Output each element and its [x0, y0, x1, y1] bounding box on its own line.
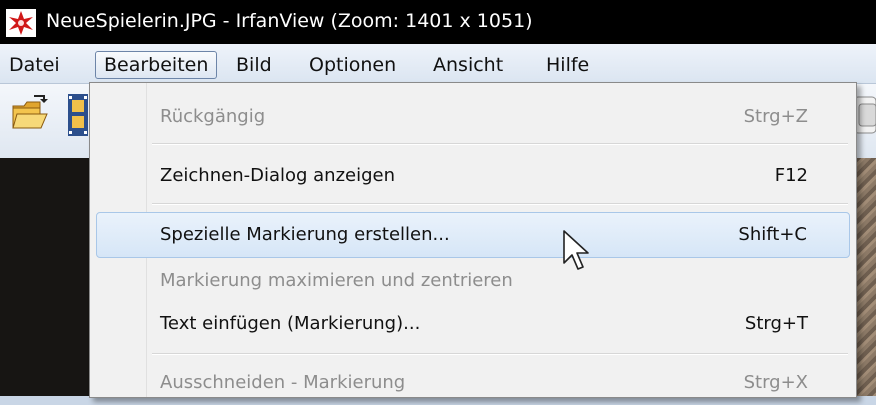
menu-item-label: Rückgängig	[160, 106, 266, 127]
menu-item-rueckgaengig[interactable]: Rückgängig Strg+Z	[150, 95, 850, 139]
image-left-part	[0, 158, 100, 396]
menu-separator	[152, 203, 848, 205]
menu-item-spezielle-markierung[interactable]: Spezielle Markierung erstellen... Shift+…	[96, 212, 850, 258]
menu-item-text-einfuegen[interactable]: Text einfügen (Markierung)... Strg+T	[150, 302, 850, 346]
menu-item-shortcut: Strg+T	[744, 313, 808, 334]
bearbeiten-dropdown-menu: Rückgängig Strg+Z Zeichnen-Dialog anzeig…	[89, 82, 857, 398]
menu-item-label: Ausschneiden - Markierung	[160, 372, 406, 393]
menu-item-shortcut: Shift+C	[738, 224, 807, 245]
menu-hilfe[interactable]: Hilfe	[537, 51, 598, 79]
menu-separator	[152, 353, 848, 355]
menu-item-zeichnen-dialog[interactable]: Zeichnen-Dialog anzeigen F12	[150, 154, 850, 198]
menu-item-shortcut: Strg+Z	[743, 106, 808, 127]
window-title: NeueSpielerin.JPG - IrfanView (Zoom: 140…	[46, 10, 533, 32]
menu-datei[interactable]: Datei	[0, 51, 69, 79]
menu-bearbeiten[interactable]: Bearbeiten	[95, 51, 218, 79]
filmstrip-icon[interactable]	[68, 94, 88, 136]
mouse-cursor-icon	[563, 230, 589, 270]
menu-item-label: Zeichnen-Dialog anzeigen	[160, 165, 396, 186]
menu-bild[interactable]: Bild	[227, 51, 281, 79]
menu-item-markierung-maximieren[interactable]: Markierung maximieren und zentrieren	[150, 259, 850, 303]
menu-optionen[interactable]: Optionen	[300, 51, 405, 79]
open-folder-icon[interactable]	[10, 94, 50, 134]
menu-bar: Datei Bearbeiten Bild Optionen Ansicht H…	[0, 44, 876, 84]
menu-ansicht[interactable]: Ansicht	[424, 51, 512, 79]
menu-item-shortcut: Strg+X	[743, 372, 808, 393]
title-bar[interactable]: NeueSpielerin.JPG - IrfanView (Zoom: 140…	[0, 0, 876, 44]
menu-item-label: Text einfügen (Markierung)...	[160, 313, 421, 334]
menu-separator	[152, 143, 848, 145]
menu-item-label: Markierung maximieren und zentrieren	[160, 270, 513, 291]
irfanview-app-icon	[6, 9, 36, 37]
menu-item-shortcut: F12	[774, 165, 808, 186]
menu-item-label: Spezielle Markierung erstellen...	[160, 224, 450, 245]
menu-item-ausschneiden-markierung[interactable]: Ausschneiden - Markierung Strg+X	[150, 361, 850, 405]
